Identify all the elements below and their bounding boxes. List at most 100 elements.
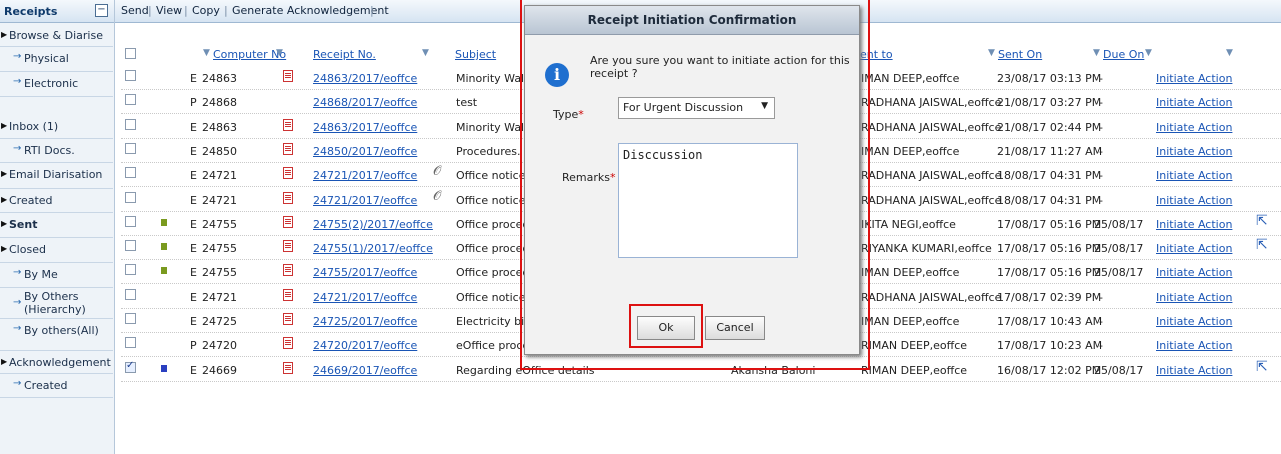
initiate-action-link[interactable]: Initiate Action <box>1156 291 1232 304</box>
pdf-icon[interactable] <box>283 240 293 253</box>
sidebar-item[interactable]: → By others(All) <box>0 318 113 351</box>
remarks-textarea[interactable]: Disccussion <box>618 143 798 258</box>
copy-button[interactable]: Copy <box>192 4 220 17</box>
row-checkbox[interactable] <box>125 118 136 130</box>
initiate-action-link[interactable]: Initiate Action <box>1156 315 1232 328</box>
header-sent-to[interactable]: ent to <box>860 48 893 61</box>
sidebar-item-label: By others(All) <box>24 324 99 337</box>
sidebar-item[interactable]: ▶ Acknowledgement <box>0 350 113 374</box>
sidebar-item[interactable]: → By Me <box>0 262 113 288</box>
sidebar-item[interactable]: ▶ Created <box>0 188 113 213</box>
forward-icon[interactable]: ⇱ <box>1256 359 1268 375</box>
sidebar-item-label: RTI Docs. <box>24 144 75 157</box>
pdf-icon[interactable] <box>283 313 293 325</box>
row-checkbox[interactable] <box>125 313 136 324</box>
computer-no: 24755 <box>202 217 237 231</box>
row-checkbox[interactable] <box>125 70 136 81</box>
sub-arrow-icon: → <box>13 297 22 308</box>
row-checkbox[interactable] <box>125 142 136 154</box>
sent-to: RIMAN DEEP,eoffce <box>861 339 968 353</box>
header-subject[interactable]: Subject <box>455 48 496 61</box>
receipt-link[interactable]: 24720/2017/eoffce <box>313 339 417 352</box>
receipt-link[interactable]: 24721/2017/eoffce <box>313 194 417 207</box>
pdf-icon[interactable] <box>283 142 293 155</box>
sidebar-item[interactable]: ▶ Email Diarisation <box>0 162 113 189</box>
sidebar-item[interactable]: ▶ Closed <box>0 237 113 263</box>
receipt-link[interactable]: 24755/2017/eoffce <box>313 266 417 279</box>
sidebar-item[interactable]: → Electronic <box>0 71 113 97</box>
row-checkbox[interactable] <box>125 240 136 252</box>
select-all-checkbox[interactable] <box>125 48 136 59</box>
receipt-link[interactable]: 24863/2017/eoffce <box>313 72 417 85</box>
header-receipt-no[interactable]: Receipt No. <box>313 48 376 61</box>
receipt-link[interactable]: 24863/2017/eoffce <box>313 121 417 134</box>
initiate-action-link[interactable]: Initiate Action <box>1156 169 1232 182</box>
sidebar-item[interactable]: ▶ Browse & Diarise <box>0 23 113 47</box>
pdf-icon[interactable] <box>283 118 293 131</box>
table-row[interactable]: E 24669 24669/2017/eoffce Regarding eOffice… <box>121 357 1281 382</box>
row-checkbox[interactable] <box>125 167 136 179</box>
send-button[interactable]: Send <box>121 4 149 17</box>
initiate-action-link[interactable]: Initiate Action <box>1156 96 1232 109</box>
pdf-icon[interactable] <box>283 361 293 374</box>
receipt-link[interactable]: 24721/2017/eoffce <box>313 291 417 304</box>
initiate-action-link[interactable]: Initiate Action <box>1156 194 1232 207</box>
sidebar-item[interactable]: → Created <box>0 373 113 398</box>
initiate-action-link[interactable]: Initiate Action <box>1156 121 1232 134</box>
cancel-button[interactable]: Cancel <box>705 316 765 340</box>
row-checkbox[interactable] <box>125 264 136 276</box>
row-checkbox[interactable] <box>125 360 136 373</box>
generate-acknowledgement-button[interactable]: Generate Acknowledgement <box>232 4 389 17</box>
forward-icon[interactable]: ⇱ <box>1256 213 1268 229</box>
sent-to: RIMAN DEEP,eoffce <box>861 363 968 377</box>
pdf-icon[interactable] <box>283 215 293 228</box>
row-checkbox[interactable] <box>125 94 136 106</box>
sent-on: 18/08/17 04:31 PM <box>997 193 1102 207</box>
row-checkbox[interactable] <box>125 215 136 227</box>
row-checkbox[interactable] <box>125 337 136 349</box>
attachment-icon[interactable]: 𝒪 <box>433 189 441 204</box>
receipt-link[interactable]: 24755(1)/2017/eoffce <box>313 242 433 255</box>
sidebar-item-label: Created <box>24 379 68 392</box>
pdf-icon[interactable] <box>283 70 293 82</box>
header-due-on[interactable]: Due On <box>1103 48 1144 61</box>
file-type: P <box>190 339 197 353</box>
receipt-link[interactable]: 24669/2017/eoffce <box>313 364 417 377</box>
sent-on: 17/08/17 10:23 AM <box>997 339 1103 353</box>
type-select[interactable]: For Urgent Discussion ▼ <box>618 97 775 119</box>
header-sent-on[interactable]: Sent On <box>998 48 1042 61</box>
sidebar-item[interactable]: → By Others (Hierarchy) <box>0 287 113 319</box>
pdf-icon[interactable] <box>283 264 293 277</box>
row-checkbox[interactable] <box>125 191 136 203</box>
sidebar-item[interactable]: → Physical <box>0 46 113 72</box>
sidebar-item[interactable]: ▶ Sent <box>0 212 113 238</box>
receipt-link[interactable]: 24725/2017/eoffce <box>313 315 417 328</box>
pdf-icon[interactable] <box>283 288 293 301</box>
pdf-icon[interactable] <box>283 337 293 350</box>
initiate-action-link[interactable]: Initiate Action <box>1156 72 1232 85</box>
sidebar-item[interactable]: ▶ Inbox (1) <box>0 114 113 139</box>
initiate-action-link[interactable]: Initiate Action <box>1156 339 1232 352</box>
receipt-link[interactable]: 24721/2017/eoffce <box>313 169 417 182</box>
collapse-icon[interactable]: − <box>95 4 108 17</box>
initiate-action-link[interactable]: Initiate Action <box>1156 266 1232 279</box>
initiate-action-link[interactable]: Initiate Action <box>1156 145 1232 158</box>
receipt-link[interactable]: 24850/2017/eoffce <box>313 145 417 158</box>
receipt-link[interactable]: 24755(2)/2017/eoffce <box>313 218 433 231</box>
pdf-icon[interactable] <box>283 167 293 180</box>
receipt-initiation-dialog: Receipt Initiation Confirmation i Are yo… <box>524 5 860 355</box>
attachment-icon[interactable]: 𝒪 <box>433 164 441 179</box>
forward-icon[interactable]: ⇱ <box>1256 237 1268 253</box>
view-button[interactable]: View <box>156 4 182 17</box>
row-checkbox[interactable] <box>125 288 136 300</box>
ok-button[interactable]: Ok <box>637 316 695 340</box>
sidebar-item[interactable]: → RTI Docs. <box>0 138 113 163</box>
initiate-action-link[interactable]: Initiate Action <box>1156 218 1232 231</box>
receipt-link[interactable]: 24868/2017/eoffce <box>313 96 417 109</box>
subject: Office notice. <box>456 193 529 207</box>
sidebar-item-label: Created <box>9 194 53 207</box>
due-on: - <box>1099 193 1103 207</box>
initiate-action-link[interactable]: Initiate Action <box>1156 242 1232 255</box>
initiate-action-link[interactable]: Initiate Action <box>1156 364 1232 377</box>
pdf-icon[interactable] <box>283 191 293 204</box>
